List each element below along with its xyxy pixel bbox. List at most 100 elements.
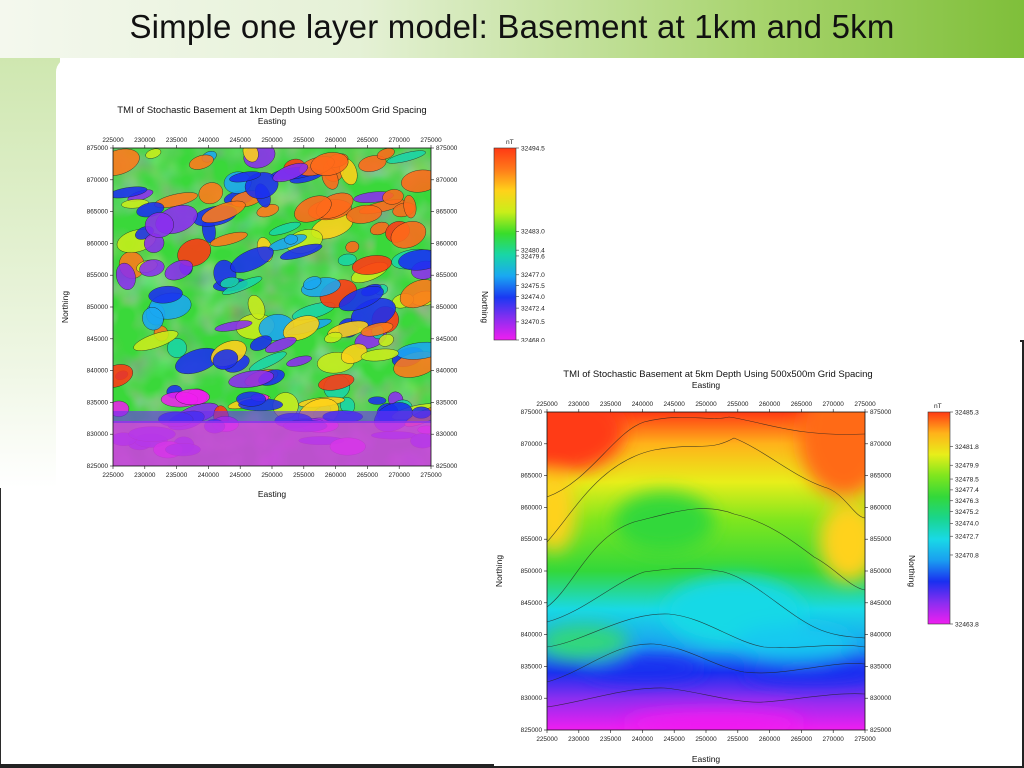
y-tick-label: 840000 (870, 632, 892, 639)
y-tick-label: 875000 (87, 145, 109, 152)
x-axis-label-top: Easting (258, 116, 287, 126)
colorbar-label: 32479.6 (521, 253, 545, 260)
x-tick-label: 255000 (293, 137, 315, 144)
y-tick-label: 825000 (87, 463, 109, 470)
y-tick-label: 875000 (521, 409, 543, 416)
map-image (547, 412, 865, 730)
y-tick-label: 855000 (87, 272, 109, 279)
x-tick-label: 270000 (823, 401, 845, 408)
y-axis-label-right: Northing (480, 291, 490, 323)
colorbar-label: 32494.5 (521, 145, 545, 152)
x-tick-label: 260000 (759, 401, 781, 408)
colorbar-label: 32477.0 (521, 272, 545, 279)
y-tick-label: 860000 (521, 504, 543, 511)
y-tick-label: 825000 (521, 727, 543, 734)
x-tick-label: 250000 (695, 736, 717, 743)
y-tick-label: 850000 (521, 568, 543, 575)
x-tick-label: 250000 (695, 401, 717, 408)
y-tick-label: 845000 (521, 600, 543, 607)
x-tick-label: 245000 (664, 401, 686, 408)
x-axis-label-bottom: Easting (692, 754, 721, 764)
colorbar: 32494.532483.032480.432479.632477.032475… (493, 145, 545, 344)
x-tick-label: 260000 (325, 472, 347, 479)
y-ticks-left: 875000 870000 865000 860000 855000 850000 8450… (87, 145, 113, 470)
x-tick-label: 245000 (664, 736, 686, 743)
y-axis-label: Northing (494, 555, 504, 587)
y-tick-label: 860000 (87, 240, 109, 247)
x-ticks-bottom: 225000 230000 235000 240000 245000 250000 2550… (102, 466, 442, 479)
x-tick-label: 250000 (261, 472, 283, 479)
y-tick-label: 850000 (87, 304, 109, 311)
y-tick-label: 865000 (87, 209, 109, 216)
y-tick-label: 835000 (87, 399, 109, 406)
y-axis-label-right: Northing (907, 555, 917, 587)
x-tick-label: 255000 (293, 472, 315, 479)
y-tick-label: 845000 (87, 336, 109, 343)
map-image (113, 148, 431, 466)
colorbar-label: 32472.4 (521, 305, 545, 312)
x-tick-label: 270000 (389, 472, 411, 479)
x-tick-label: 270000 (389, 137, 411, 144)
y-tick-label: 870000 (870, 441, 892, 448)
x-tick-label: 225000 (102, 472, 124, 479)
left-accent (0, 58, 60, 488)
colorbar-unit: nT (506, 139, 514, 146)
y-tick-label: 875000 (436, 145, 458, 152)
colorbar-label: 32463.8 (955, 621, 979, 628)
x-ticks-top: 225000 230000 235000 240000 245000 250000 2550… (102, 137, 442, 148)
colorbar-label: 32485.3 (955, 409, 979, 416)
x-tick-label: 230000 (568, 736, 590, 743)
colorbar-ramp (927, 411, 951, 625)
y-tick-label: 845000 (870, 600, 892, 607)
map-title: TMI of Stochastic Basement at 5km Depth … (563, 369, 872, 380)
x-tick-label: 230000 (134, 137, 156, 144)
colorbar-label: 32475.5 (521, 283, 545, 290)
x-tick-label: 260000 (759, 736, 781, 743)
x-tick-label: 275000 (420, 472, 442, 479)
y-tick-label: 845000 (436, 336, 458, 343)
y-tick-label: 840000 (521, 632, 543, 639)
x-axis-label-top: Easting (692, 380, 721, 390)
x-tick-label: 235000 (600, 401, 622, 408)
x-tick-label: 275000 (420, 137, 442, 144)
y-tick-label: 865000 (870, 473, 892, 480)
x-tick-label: 240000 (632, 401, 654, 408)
slide-title: Simple one layer model: Basement at 1km … (129, 8, 895, 45)
colorbar-label: 32475.2 (955, 509, 979, 516)
y-tick-label: 825000 (436, 463, 458, 470)
y-tick-label: 870000 (87, 177, 109, 184)
x-tick-label: 275000 (854, 401, 876, 408)
x-tick-label: 265000 (791, 736, 813, 743)
y-tick-label: 850000 (870, 568, 892, 575)
x-tick-label: 275000 (854, 736, 876, 743)
y-tick-label: 825000 (870, 727, 892, 734)
x-tick-label: 240000 (198, 472, 220, 479)
colorbar-label: 32470.5 (521, 319, 545, 326)
x-tick-label: 225000 (536, 401, 558, 408)
x-tick-label: 225000 (536, 736, 558, 743)
x-tick-label: 240000 (198, 137, 220, 144)
y-tick-label: 860000 (436, 240, 458, 247)
x-tick-label: 235000 (600, 736, 622, 743)
x-tick-label: 265000 (791, 401, 813, 408)
colorbar-label: 32481.8 (955, 444, 979, 451)
y-tick-label: 840000 (436, 368, 458, 375)
y-tick-label: 855000 (521, 536, 543, 543)
x-tick-label: 230000 (134, 472, 156, 479)
map-title: TMI of Stochastic Basement at 1km Depth … (117, 105, 426, 116)
y-tick-label: 855000 (436, 272, 458, 279)
colorbar-ramp (493, 147, 517, 341)
y-tick-label: 835000 (870, 663, 892, 670)
y-tick-label: 840000 (87, 368, 109, 375)
x-tick-label: 255000 (727, 736, 749, 743)
colorbar-label: 32478.5 (955, 476, 979, 483)
x-tick-label: 225000 (102, 137, 124, 144)
x-tick-label: 265000 (357, 137, 379, 144)
tmi-map-1km: TMI of Stochastic Basement at 1km Depth … (60, 105, 545, 499)
x-tick-label: 240000 (632, 736, 654, 743)
x-tick-label: 245000 (230, 137, 252, 144)
x-tick-label: 230000 (568, 401, 590, 408)
x-tick-label: 270000 (823, 736, 845, 743)
y-tick-label: 865000 (436, 209, 458, 216)
y-tick-label: 850000 (436, 304, 458, 311)
